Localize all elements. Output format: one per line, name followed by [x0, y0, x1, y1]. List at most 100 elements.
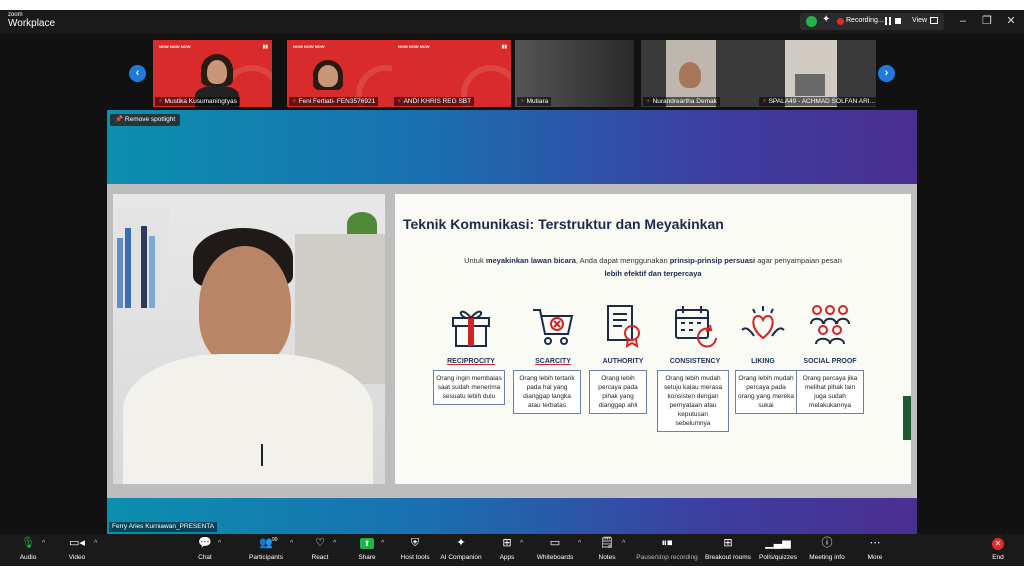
participants-icon: 👥 — [259, 537, 273, 549]
share-options-caret[interactable]: ^ — [381, 540, 384, 547]
minimize-icon[interactable]: – — [956, 14, 970, 28]
mic-muted-icon: ⚡ — [397, 98, 402, 105]
pause-stop-icon: ⏸⏹ — [661, 537, 673, 549]
participant-video — [679, 62, 701, 88]
participant-video — [318, 65, 338, 87]
presenter-name-label: Ferry Aries Kurniawan_PRESENTA — [109, 522, 218, 532]
mic-muted-icon: ⚡ — [762, 98, 767, 105]
chat-options-caret[interactable]: ^ — [218, 540, 221, 547]
participant-tile[interactable]: ⚡ Nurandreartha Demak — [641, 40, 760, 107]
plant — [347, 212, 377, 236]
notes-button[interactable]: 🗒 Notes — [596, 536, 618, 564]
video-button[interactable]: ▭◂ Video — [64, 536, 90, 564]
zoom-window: zoom Workplace ✦ Recording... View – ❐ ✕… — [0, 0, 1024, 576]
shield-icon[interactable] — [806, 16, 817, 27]
restore-icon[interactable]: ❐ — [980, 14, 994, 28]
participant-tile[interactable]: NOW NOW NOW ▮▮ ⚡Feni Fertiati- FEN357692… — [287, 40, 406, 107]
event-banner-text: NOW NOW NOW — [398, 44, 430, 49]
mic-muted-icon: ⚡ — [646, 98, 651, 105]
end-meeting-button[interactable]: ✕ End — [988, 536, 1008, 564]
brand-name: Workplace — [8, 18, 56, 29]
participants-options-caret[interactable]: ^ — [290, 540, 293, 547]
participants-count: 90 — [272, 537, 278, 543]
meeting-area: ‹ NOW NOW NOW ▮▮ ⚡ Mustika Kusumaningtyas… — [0, 34, 1024, 534]
slide-subtitle: Untuk meyakinkan lawan bicara, Anda dapa… — [464, 256, 842, 265]
meeting-toolbar: 🎙 Audio ^ ▭◂ Video ^ 💬 Chat ^ 👥 90 Parti… — [0, 534, 1024, 566]
presentation-slide: Teknik Komunikasi: Terstruktur dan Meyak… — [395, 194, 911, 484]
polls-button[interactable]: ▁▃▅ Polls/quizzes — [757, 536, 799, 564]
recording-icon — [837, 18, 844, 25]
cart-icon — [530, 302, 576, 348]
end-call-icon: ✕ — [988, 536, 1008, 550]
whiteboards-options-caret[interactable]: ^ — [578, 540, 581, 547]
stop-icon[interactable] — [895, 18, 901, 24]
mic-muted-icon: ⚡ — [520, 98, 525, 105]
participant-tile[interactable]: ⚡ Mutiara — [515, 40, 634, 107]
participant-tile[interactable]: NOW NOW NOW ▮▮ ⚡ Mustika Kusumaningtyas — [153, 40, 272, 107]
mic-muted-icon: ⚡ — [292, 98, 297, 105]
shield-icon: ⛨ — [410, 537, 420, 549]
heart-icon: ♡ — [315, 537, 325, 549]
heart-hands-icon — [740, 302, 786, 348]
spotlight-video: 📌 Remove spotlight Teknik Komunikasi: Te… — [107, 110, 917, 534]
video-options-caret[interactable]: ^ — [94, 540, 97, 547]
apps-grid-icon: ⊞ — [502, 537, 512, 549]
gallery-strip: ‹ NOW NOW NOW ▮▮ ⚡ Mustika Kusumaningtyas… — [0, 34, 1024, 110]
pause-stop-recording-button[interactable]: ⏸⏹ Pause/stop recording — [636, 536, 698, 564]
presenter-shirt — [123, 354, 373, 484]
audio-options-caret[interactable]: ^ — [42, 540, 45, 547]
react-button[interactable]: ♡ React — [309, 536, 331, 564]
apps-options-caret[interactable]: ^ — [520, 540, 523, 547]
bar-chart-icon: ▁▃▅ — [765, 537, 791, 549]
host-tools-button[interactable]: ⛨ Host tools — [399, 536, 431, 564]
ai-sparkle-icon: ✦ — [456, 537, 466, 549]
view-button[interactable]: View — [912, 17, 927, 24]
chat-button[interactable]: 💬 Chat — [194, 536, 216, 564]
slide-title: Teknik Komunikasi: Terstruktur dan Meyak… — [403, 216, 724, 232]
microphone — [261, 444, 263, 466]
close-icon[interactable]: ✕ — [1004, 14, 1018, 28]
mic-muted-icon: ⚡ — [158, 98, 163, 105]
participant-name: ⚡ Nurandreartha Demak — [643, 97, 720, 106]
share-button[interactable]: ⬆ Share — [355, 536, 379, 564]
notes-options-caret[interactable]: ^ — [622, 540, 625, 547]
participant-name: ⚡ Feni Fertiati- FEN3576921 — [289, 97, 379, 106]
participant-name: ⚡ SPALA49 - ACHMAD SOLFAN ARI... — [759, 97, 876, 106]
microphone-icon: 🎙 — [21, 537, 35, 549]
info-icon: ⓘ — [821, 537, 833, 549]
meeting-info-button[interactable]: ⓘ Meeting info — [806, 536, 848, 564]
gallery-prev-button[interactable]: ‹ — [129, 65, 146, 82]
bottom-margin — [0, 566, 1024, 576]
event-logo: ▮▮ — [501, 44, 507, 50]
whiteboards-button[interactable]: ▭ Whiteboards — [534, 536, 576, 564]
audio-button[interactable]: 🎙 Audio — [14, 536, 42, 564]
ai-companion-button[interactable]: ✦ AI Companion — [438, 536, 484, 564]
chat-bubble-icon: 💬 — [198, 537, 212, 549]
react-options-caret[interactable]: ^ — [333, 540, 336, 547]
presenter-face — [199, 246, 291, 366]
recording-label: Recording... — [846, 17, 884, 24]
participants-button[interactable]: 👥 90 Participants — [244, 536, 288, 564]
slide-accent-bar — [903, 396, 911, 440]
participant-tile[interactable]: ⚡ SPALA49 - ACHMAD SOLFAN ARI... — [757, 40, 876, 107]
participant-tile[interactable]: NOW NOW NOW ▮▮ ⚡ ANDI KHRIS REG SBT — [392, 40, 511, 107]
more-dots-icon: ⋯ — [869, 537, 881, 549]
title-bar: zoom Workplace ✦ Recording... View – ❐ ✕ — [0, 10, 1024, 34]
gallery-next-button[interactable]: › — [878, 65, 895, 82]
more-button[interactable]: ⋯ More — [864, 536, 886, 564]
pause-icon[interactable] — [885, 17, 891, 25]
people-icon — [807, 302, 853, 348]
breakout-rooms-icon: ⊞ — [723, 537, 733, 549]
bookshelf — [113, 208, 169, 308]
video-camera-icon: ▭◂ — [69, 537, 85, 549]
shared-screen: Teknik Komunikasi: Terstruktur dan Meyak… — [107, 184, 917, 498]
participant-name: ⚡ Mustika Kusumaningtyas — [155, 97, 240, 106]
apps-button[interactable]: ⊞ Apps — [496, 536, 518, 564]
certificate-icon — [600, 302, 646, 348]
breakout-rooms-button[interactable]: ⊞ Breakout rooms — [704, 536, 752, 564]
remove-spotlight-button[interactable]: 📌 Remove spotlight — [110, 114, 181, 126]
app-brand: zoom Workplace — [8, 12, 55, 29]
ai-sparkle-icon[interactable]: ✦ — [822, 14, 830, 25]
view-grid-icon[interactable] — [930, 17, 938, 24]
event-banner-text: NOW NOW NOW — [293, 44, 325, 49]
